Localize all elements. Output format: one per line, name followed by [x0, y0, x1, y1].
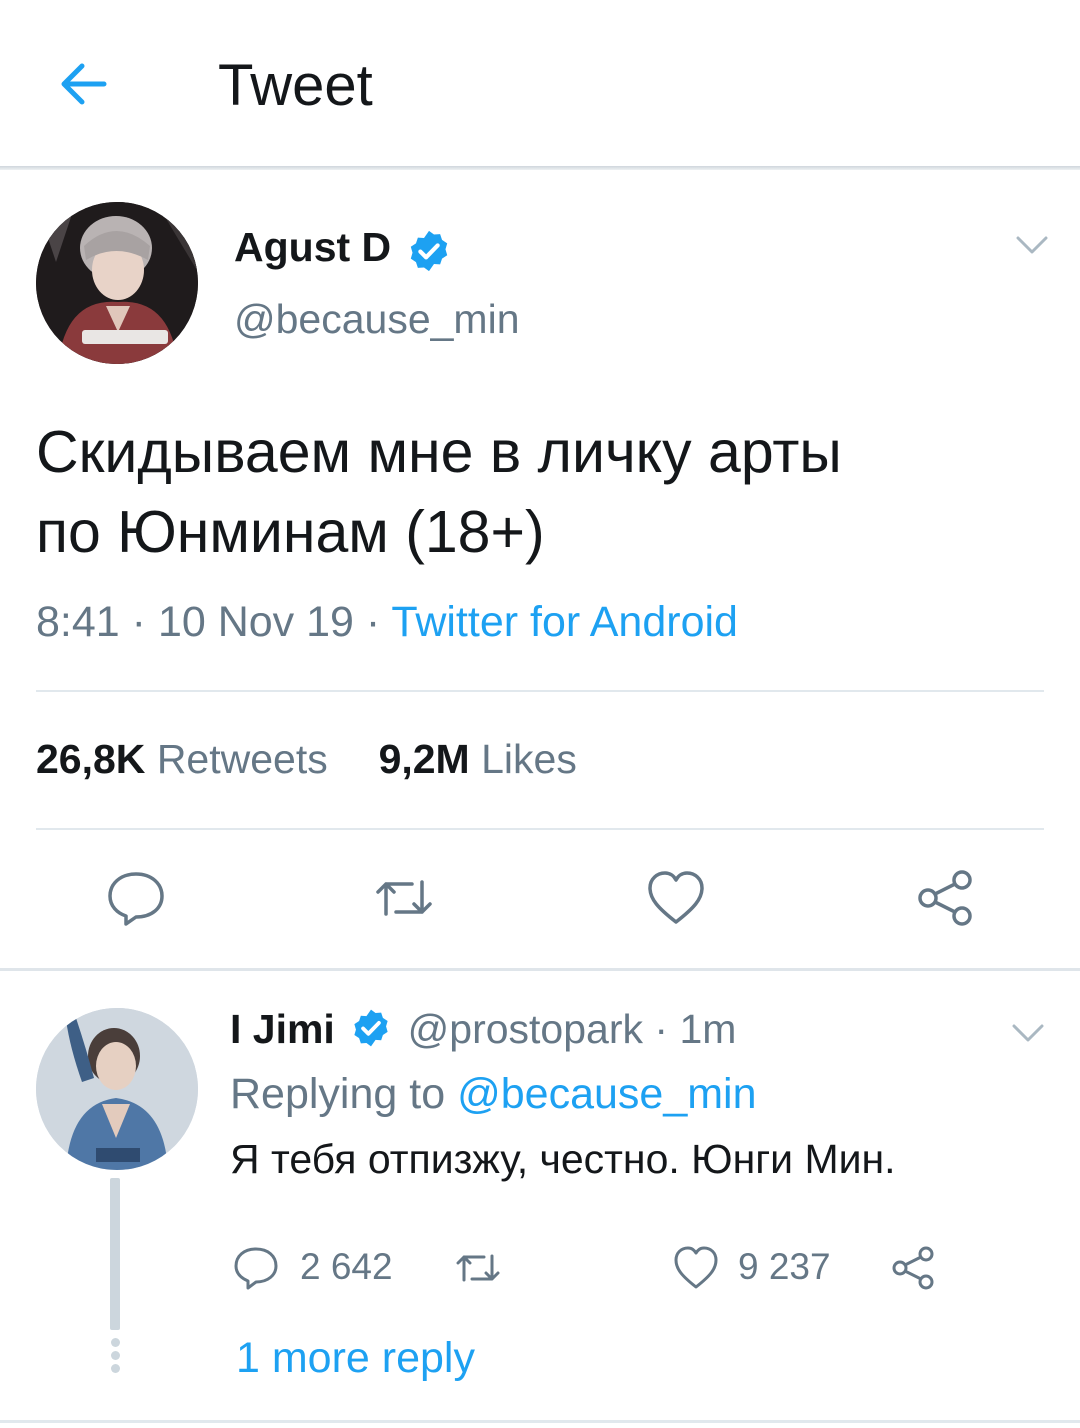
avatar-image [36, 1008, 198, 1170]
author-handle[interactable]: @because_min [234, 296, 520, 343]
author-name[interactable]: Agust D [234, 224, 391, 271]
divider [36, 690, 1044, 692]
more-replies-link[interactable]: 1 more reply [236, 1334, 475, 1383]
header-divider [0, 166, 1080, 170]
meta-separator: · [131, 598, 158, 646]
retweets-stat[interactable]: 26,8K Retweets [36, 736, 328, 782]
meta-separator: · [654, 1006, 680, 1052]
likes-count: 9,2M [378, 736, 470, 782]
share-icon[interactable] [890, 1244, 938, 1292]
tweet-stats: 26,8K Retweets 9,2M Likes [36, 736, 577, 783]
reply-icon[interactable] [232, 1244, 280, 1292]
likes-stat[interactable]: 9,2M Likes [379, 736, 577, 782]
tweet-time: 8:41 [36, 598, 120, 646]
reply-count: 2 642 [300, 1246, 393, 1287]
replying-prefix: Replying to [230, 1070, 446, 1118]
like-count: 9 237 [738, 1246, 831, 1287]
share-icon[interactable] [914, 866, 978, 930]
replying-mention-link[interactable]: @because_min [457, 1070, 756, 1118]
section-divider [0, 968, 1080, 971]
verified-badge-icon [410, 230, 448, 272]
reply-age: 1m [679, 1006, 737, 1052]
tweet-date: 10 Nov 19 [157, 598, 354, 646]
avatar-image [36, 202, 198, 364]
retweet-icon[interactable] [454, 1244, 502, 1292]
arrow-left-icon[interactable] [52, 56, 116, 112]
reply-avatar[interactable] [36, 1008, 198, 1170]
likes-label: Likes [481, 736, 577, 782]
divider [36, 828, 1044, 830]
meta-separator: · [365, 598, 392, 646]
tweet-text: Скидываем мне в личку арты по Юнминам (1… [36, 412, 1046, 572]
retweet-icon[interactable] [372, 866, 436, 930]
verified-badge-icon [354, 1009, 388, 1047]
reply-author-name[interactable]: I Jimi [230, 1006, 335, 1052]
page-title: Tweet [218, 53, 373, 118]
app-header: Tweet [0, 0, 1080, 170]
divider [0, 1420, 1080, 1423]
tweet-text-line: по Юнминам (18+) [36, 499, 545, 565]
reply-icon[interactable] [104, 866, 168, 930]
tweet-meta: 8:41 · 10 Nov 19 · Twitter for Android [36, 598, 738, 647]
chevron-down-icon[interactable] [1008, 1020, 1048, 1046]
reply-text: Я тебя отпизжу, честно. Юнги Мин. [230, 1136, 896, 1182]
retweets-count: 26,8K [36, 736, 146, 782]
thread-dot [111, 1351, 120, 1360]
tweet-text-line: Скидываем мне в личку арты [36, 419, 842, 485]
thread-dot [111, 1364, 120, 1373]
reply-author-handle[interactable]: @prostopark [408, 1006, 643, 1052]
like-icon[interactable] [644, 866, 708, 930]
retweets-label: Retweets [156, 736, 328, 782]
reply-header: I Jimi @prostopark · 1m [230, 1006, 736, 1053]
avatar[interactable] [36, 202, 198, 364]
replying-to: Replying to @because_min [230, 1070, 757, 1119]
thread-dot [111, 1338, 120, 1347]
tweet-source-link[interactable]: Twitter for Android [391, 598, 738, 646]
chevron-down-icon[interactable] [1012, 232, 1052, 258]
like-icon[interactable] [672, 1244, 720, 1292]
thread-connector [110, 1178, 120, 1330]
